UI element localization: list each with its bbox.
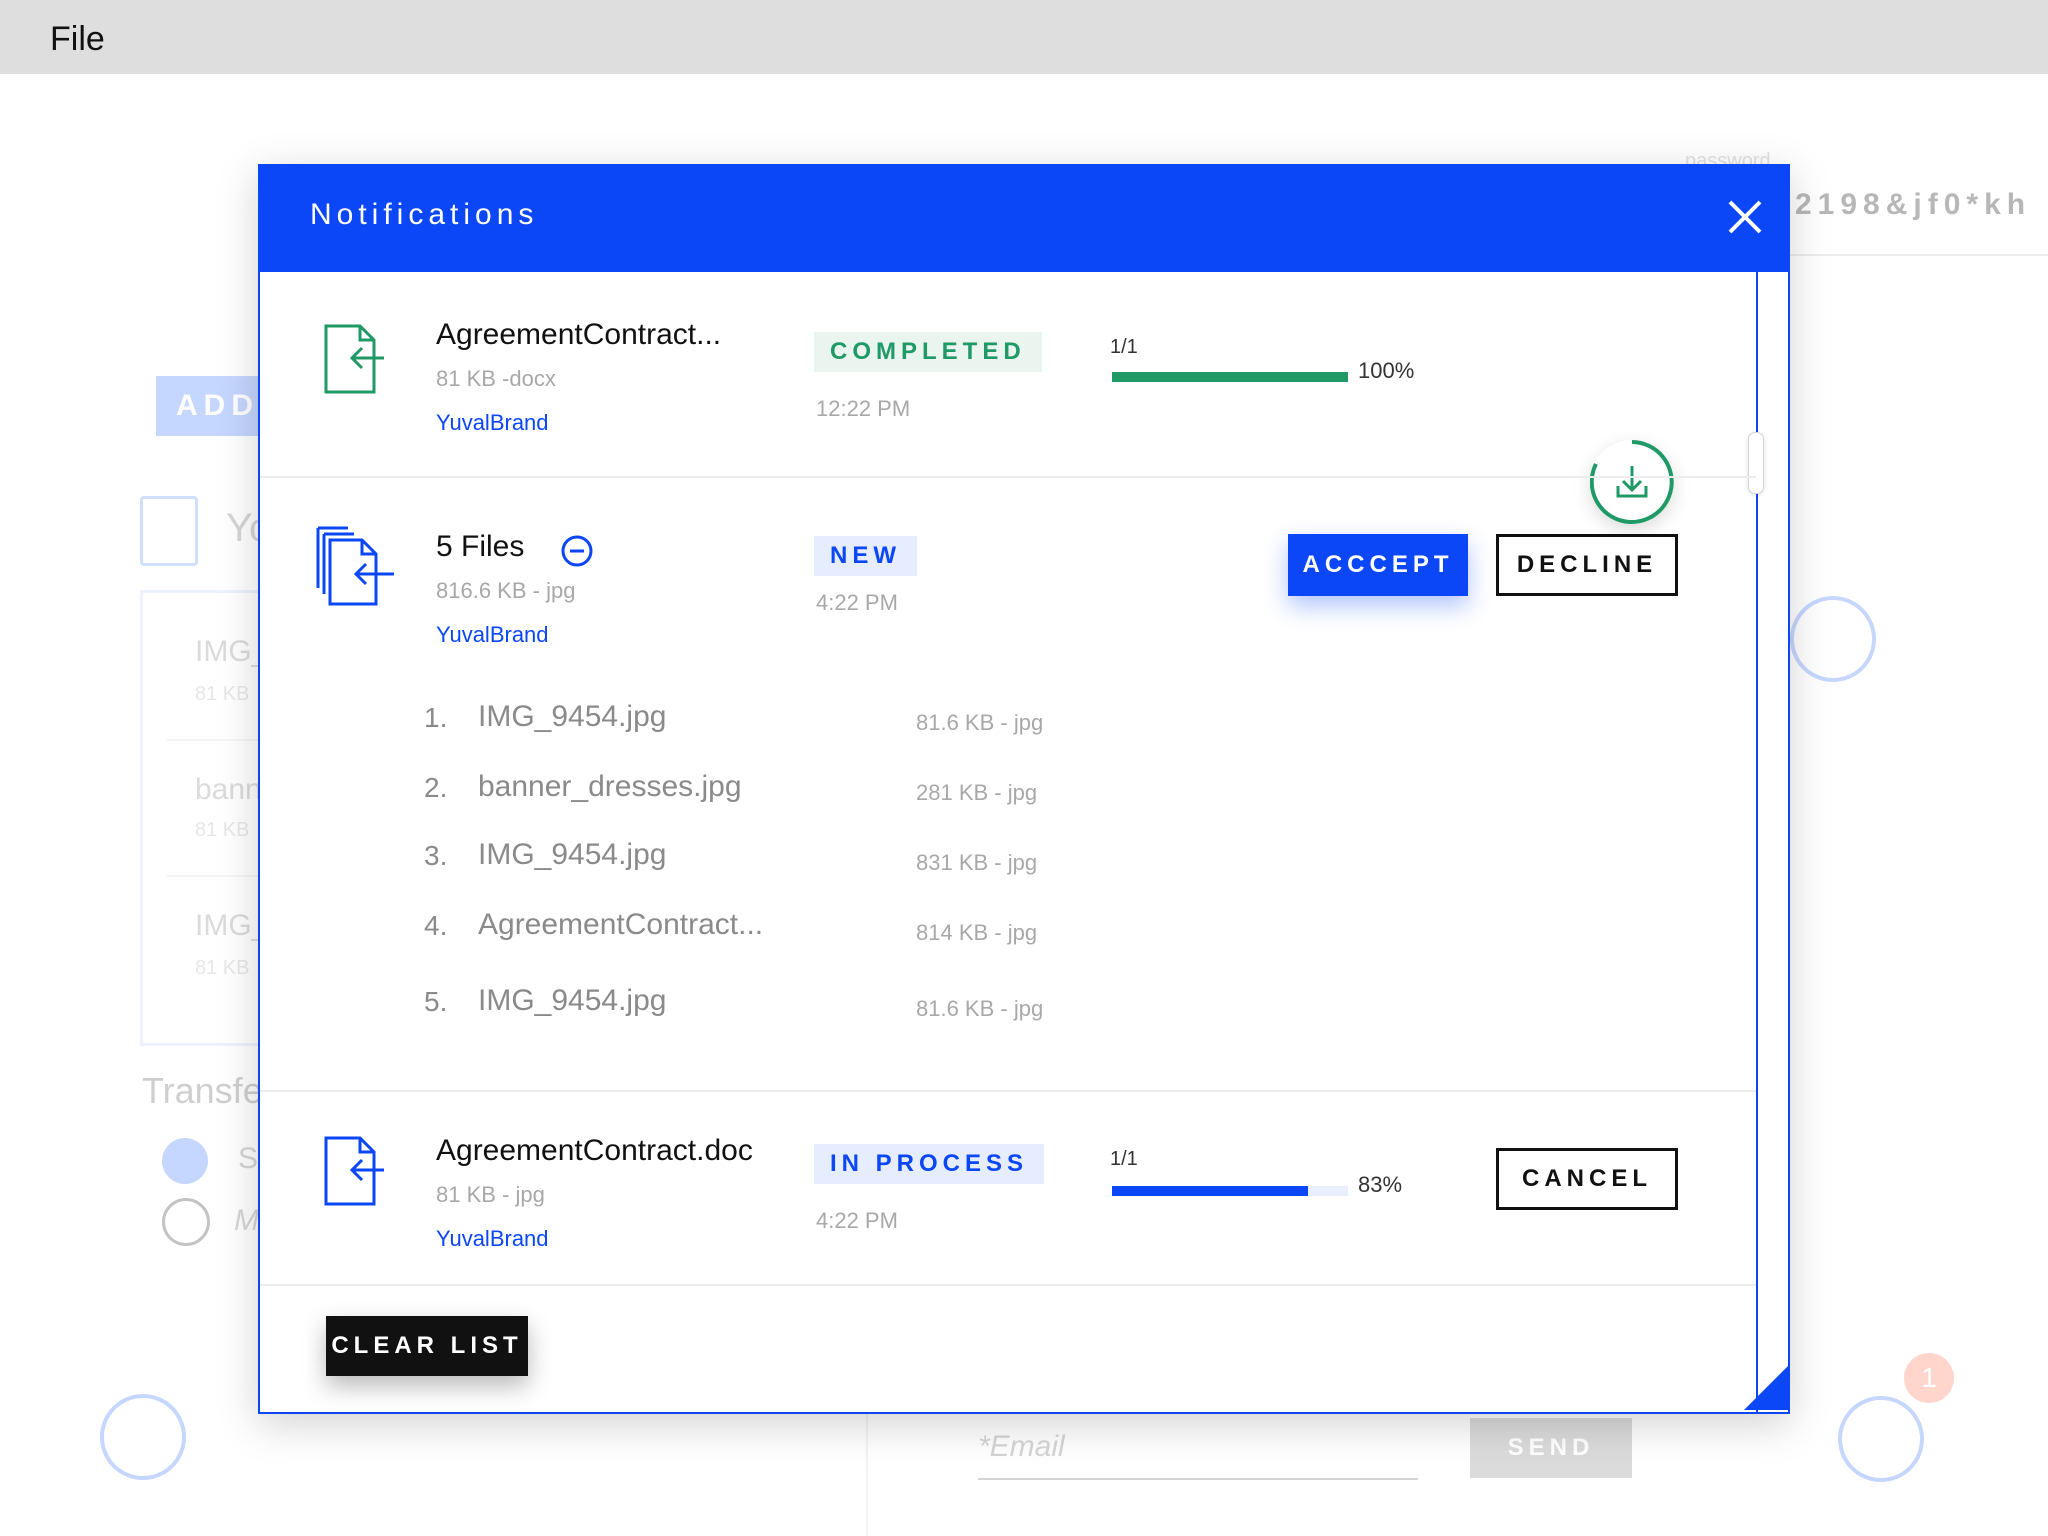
list-item-name: banner_dresses.jpg: [478, 770, 742, 803]
sender-link[interactable]: YuvalBrand: [436, 622, 549, 648]
list-item-meta: 81.6 KB - jpg: [916, 996, 1044, 1021]
tag-icon[interactable]: [100, 1394, 186, 1480]
notification-row: 5 Files 816.6 KB - jpg YuvalBrand NEW 4:…: [260, 478, 1756, 1088]
list-item-meta: 81 KB: [195, 683, 250, 705]
list-item-meta: 814 KB - jpg: [916, 920, 1038, 945]
list-item-meta: 81 KB: [195, 957, 250, 979]
row-divider: [260, 1284, 1756, 1286]
radio-label: S: [238, 1142, 259, 1175]
list-item-meta: 81 KB: [195, 819, 250, 841]
notification-count-badge: 1: [1904, 1353, 1954, 1403]
radio-label: M: [234, 1204, 259, 1237]
file-name: AgreementContract...: [436, 318, 722, 351]
file-meta: 816.6 KB - jpg: [436, 578, 576, 603]
accept-button[interactable]: ACCCEPT: [1288, 534, 1468, 596]
timestamp: 4:22 PM: [816, 1208, 898, 1233]
list-item-number: 2.: [424, 772, 448, 803]
status-badge: IN PROCESS: [814, 1144, 1045, 1184]
sender-link[interactable]: YuvalBrand: [436, 1226, 549, 1252]
send-button[interactable]: SEND: [1470, 1418, 1632, 1478]
list-item-name: IMG_9454.jpg: [478, 984, 667, 1017]
status-badge: COMPLETED: [814, 332, 1042, 372]
progress-bar: [1112, 1186, 1348, 1196]
list-item-number: 1.: [424, 702, 448, 733]
list-item-name: IMG_9454.jpg: [478, 700, 667, 733]
decline-button[interactable]: DECLINE: [1496, 534, 1678, 596]
progress-percent: 83%: [1358, 1172, 1403, 1197]
progress-count: 1/1: [1110, 336, 1138, 358]
add-user-icon[interactable]: [1790, 596, 1876, 682]
collapse-icon[interactable]: [560, 534, 594, 573]
list-item: bann: [195, 773, 262, 806]
list-item-meta: 281 KB - jpg: [916, 780, 1038, 805]
list-item-name: IMG_9454.jpg: [478, 838, 667, 871]
list-item-meta: 81.6 KB - jpg: [916, 710, 1044, 735]
multiple-files-icon: [314, 524, 398, 613]
notification-row: AgreementContract.doc 81 KB - jpg YuvalB…: [260, 1092, 1756, 1282]
file-name: 5 Files: [436, 530, 525, 563]
notifications-modal: Notifications AgreementContract... 81 KB…: [258, 164, 1790, 1414]
status-badge: NEW: [814, 536, 917, 576]
chat-icon[interactable]: [1838, 1396, 1924, 1482]
modal-title: Notifications: [310, 198, 539, 231]
file-meta: 81 KB -docx: [436, 366, 556, 391]
close-icon[interactable]: [1722, 194, 1768, 240]
timestamp: 4:22 PM: [816, 590, 898, 615]
modal-header: Notifications: [258, 164, 1790, 272]
list-item-meta: 831 KB - jpg: [916, 850, 1038, 875]
progress-bar: [1112, 372, 1348, 382]
email-field[interactable]: *Email: [978, 1430, 1418, 1480]
file-receive-icon: [322, 322, 388, 401]
password-field[interactable]: 2198&jf0*kh: [1795, 188, 2031, 222]
file-receive-icon: [322, 1134, 388, 1213]
sender-link[interactable]: YuvalBrand: [436, 410, 549, 436]
list-item-number: 3.: [424, 840, 448, 871]
timestamp: 12:22 PM: [816, 396, 911, 421]
transfer-label: Transfe: [142, 1070, 263, 1111]
list-item-name: AgreementContract...: [478, 908, 764, 941]
list-item-number: 5.: [424, 986, 448, 1017]
list-item-number: 4.: [424, 910, 448, 941]
radio-unselected[interactable]: [162, 1198, 210, 1246]
file-meta: 81 KB - jpg: [436, 1182, 545, 1207]
password-underline: [1780, 254, 2048, 256]
divider: [866, 1410, 868, 1536]
file-name: AgreementContract.doc: [436, 1134, 753, 1167]
progress-count: 1/1: [1110, 1148, 1138, 1170]
radio-selected[interactable]: [162, 1138, 208, 1184]
resize-handle[interactable]: [1744, 1364, 1790, 1410]
progress-bar-fill: [1112, 1186, 1308, 1196]
document-view-icon: [140, 496, 198, 566]
progress-percent: 100%: [1358, 358, 1415, 383]
cancel-button[interactable]: CANCEL: [1496, 1148, 1678, 1210]
clear-list-button[interactable]: CLEAR LIST: [326, 1316, 528, 1376]
progress-bar-fill: [1112, 372, 1348, 382]
